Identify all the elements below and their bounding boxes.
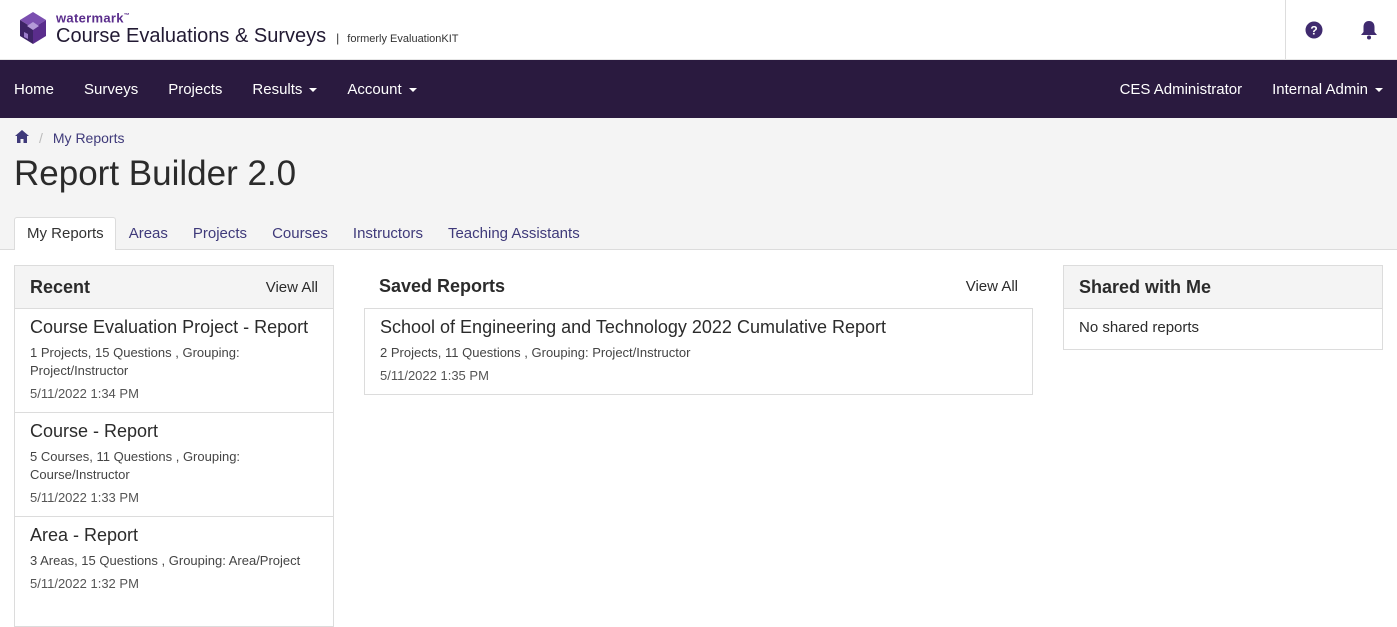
breadcrumb: / My Reports — [15, 130, 124, 146]
bell-icon[interactable] — [1360, 20, 1378, 40]
report-details: 2 Projects, 11 Questions , Grouping: Pro… — [380, 345, 691, 360]
saved-reports-title: Saved Reports — [379, 275, 506, 296]
recent-view-all-link[interactable]: View All — [266, 279, 318, 296]
page-header: / My Reports Report Builder 2.0 My Repor… — [0, 118, 1397, 250]
nav-account[interactable]: Account — [332, 60, 431, 118]
brand-watermark: watermark™ — [56, 10, 131, 26]
report-title[interactable]: School of Engineering and Technology 202… — [380, 317, 1017, 338]
report-title[interactable]: Area - Report — [30, 525, 318, 546]
list-item[interactable]: School of Engineering and Technology 202… — [365, 309, 1032, 394]
home-icon[interactable] — [15, 130, 29, 146]
saved-view-all-link[interactable]: View All — [966, 278, 1033, 295]
nav-home[interactable]: Home — [0, 60, 69, 118]
page-title: Report Builder 2.0 — [14, 154, 297, 193]
breadcrumb-separator: / — [39, 130, 43, 146]
tab-projects[interactable]: Projects — [180, 217, 259, 250]
top-header: watermark™ Course Evaluations & Surveys … — [0, 0, 1397, 60]
watermark-logo-icon — [20, 12, 46, 44]
brand-title: Course Evaluations & Surveys — [56, 25, 327, 48]
nav-ces-administrator[interactable]: CES Administrator — [1105, 60, 1258, 118]
report-title[interactable]: Course - Report — [30, 421, 318, 442]
brand-logo[interactable]: watermark™ Course Evaluations & Surveys … — [18, 10, 459, 48]
recent-title: Recent — [30, 276, 91, 297]
saved-reports-panel: School of Engineering and Technology 202… — [364, 308, 1033, 395]
brand-text: watermark™ Course Evaluations & Surveys … — [56, 10, 459, 48]
help-icon[interactable]: ? — [1305, 21, 1323, 39]
tab-courses[interactable]: Courses — [259, 217, 340, 250]
tab-areas[interactable]: Areas — [116, 217, 180, 250]
nav-projects[interactable]: Projects — [153, 60, 237, 118]
tab-instructors[interactable]: Instructors — [340, 217, 435, 250]
report-title[interactable]: Course Evaluation Project - Report — [30, 317, 318, 338]
shared-title: Shared with Me — [1079, 276, 1212, 297]
report-details: 5 Courses, 11 Questions , Grouping: Cour… — [30, 449, 241, 482]
nav-surveys[interactable]: Surveys — [69, 60, 153, 118]
list-item[interactable]: Course Evaluation Project - Report 1 Pro… — [15, 309, 333, 413]
saved-reports-header: Saved Reports View All — [364, 265, 1033, 307]
nav-user-menu[interactable]: Internal Admin — [1257, 60, 1397, 118]
report-date: 5/11/2022 1:35 PM — [380, 368, 489, 383]
list-item[interactable]: Course - Report 5 Courses, 11 Questions … — [15, 413, 333, 517]
tab-my-reports[interactable]: My Reports — [14, 217, 116, 250]
shared-panel: Shared with Me No shared reports — [1063, 265, 1383, 350]
brand-separator: | — [336, 31, 340, 46]
report-date: 5/11/2022 1:32 PM — [30, 576, 139, 591]
nav-results[interactable]: Results — [237, 60, 332, 118]
list-item[interactable]: Area - Report 3 Areas, 15 Questions , Gr… — [15, 517, 333, 602]
shared-empty-message: No shared reports — [1079, 319, 1200, 336]
caret-down-icon — [309, 88, 318, 92]
report-date: 5/11/2022 1:34 PM — [30, 386, 139, 401]
report-details: 1 Projects, 15 Questions , Grouping: Pro… — [30, 345, 240, 378]
main-nav: Home Surveys Projects Results Account CE… — [0, 60, 1397, 118]
caret-down-icon — [408, 88, 417, 92]
report-tabs: My Reports Areas Projects Courses Instru… — [14, 217, 592, 250]
brand-formerly: formerly EvaluationKIT — [347, 33, 459, 46]
recent-panel: Recent View All Course Evaluation Projec… — [14, 265, 334, 627]
tab-teaching-assistants[interactable]: Teaching Assistants — [435, 217, 592, 250]
svg-text:?: ? — [1310, 23, 1317, 37]
top-utility-area: ? — [1285, 0, 1397, 59]
report-date: 5/11/2022 1:33 PM — [30, 490, 139, 505]
caret-down-icon — [1375, 88, 1383, 92]
report-details: 3 Areas, 15 Questions , Grouping: Area/P… — [30, 553, 301, 568]
breadcrumb-my-reports[interactable]: My Reports — [53, 130, 125, 146]
main-content: Recent View All Course Evaluation Projec… — [0, 250, 1397, 627]
